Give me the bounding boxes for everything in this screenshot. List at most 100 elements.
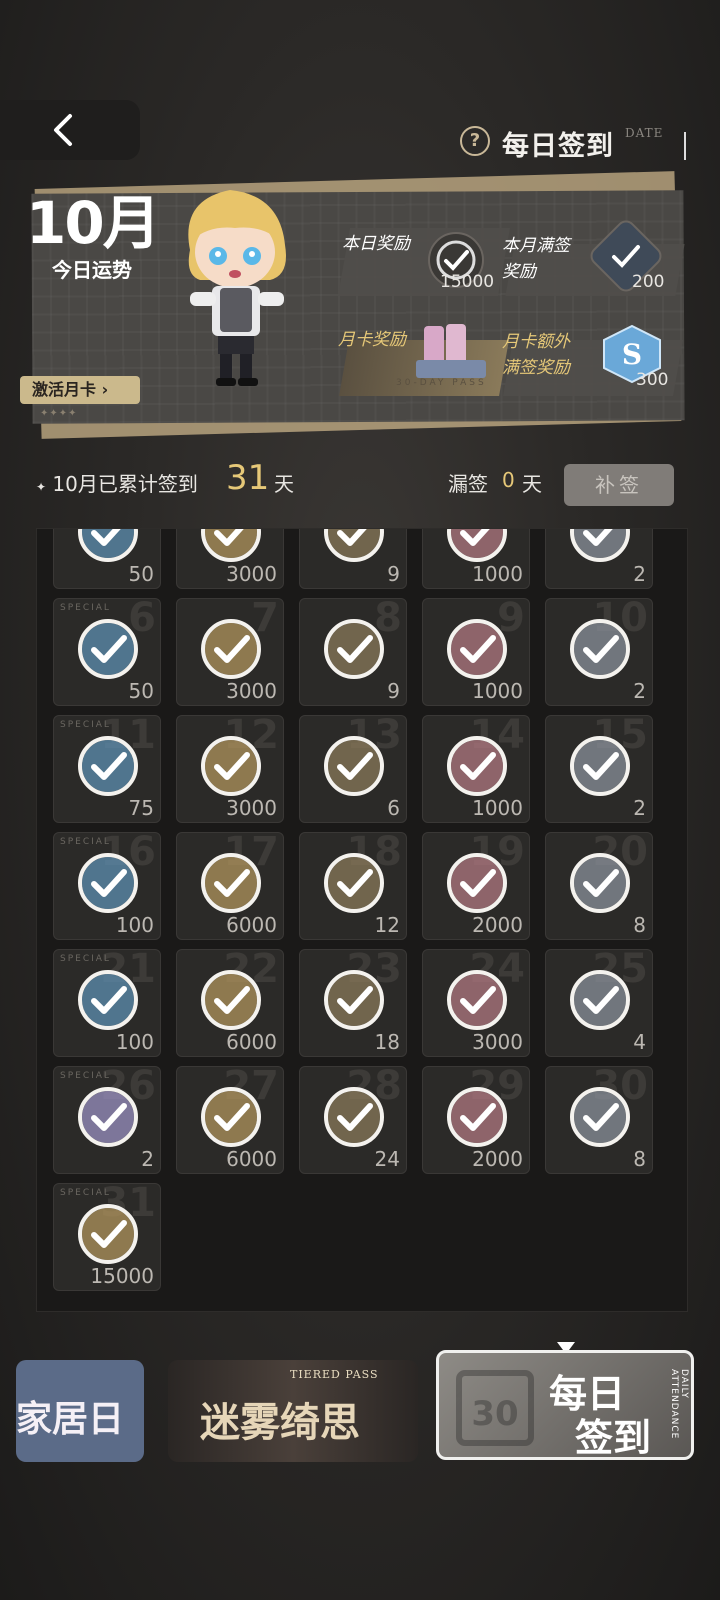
special-tag: SPECIAL bbox=[60, 1071, 111, 1081]
help-icon[interactable]: ? bbox=[460, 126, 490, 156]
calendar-day-cell[interactable]: 30 8 bbox=[545, 1066, 653, 1174]
calendar-day-cell[interactable]: 23000 bbox=[176, 529, 284, 589]
calendar-day-cell[interactable]: 16 SPECIAL 100 bbox=[53, 832, 161, 940]
accumulated-label: ✦ 10月已累计签到 bbox=[36, 468, 198, 497]
special-tag: SPECIAL bbox=[60, 837, 111, 847]
activate-label: 激活月卡 bbox=[32, 380, 97, 399]
checked-reward-icon bbox=[201, 853, 261, 913]
checked-reward-icon bbox=[447, 970, 507, 1030]
calendar-day-cell[interactable]: 23 18 bbox=[299, 949, 407, 1057]
tab-home-day[interactable]: 家居日 bbox=[16, 1360, 144, 1462]
tab-pass-title: 迷雾绮思 bbox=[200, 1399, 360, 1446]
svg-text:30: 30 bbox=[471, 1394, 518, 1434]
calendar-day-cell[interactable]: 24 3000 bbox=[422, 949, 530, 1057]
checked-reward-icon bbox=[570, 736, 630, 796]
checked-reward-icon bbox=[447, 736, 507, 796]
monthly-extra-label-2: 满签奖励 bbox=[502, 358, 570, 378]
calendar-day-cell[interactable]: 21 SPECIAL 100 bbox=[53, 949, 161, 1057]
checked-reward-icon bbox=[201, 736, 261, 796]
calendar-day-cell[interactable]: 26 SPECIAL 2 bbox=[53, 1066, 161, 1174]
calendar-grid[interactable]: 1SPECIAL50230003941000526SPECIAL50730008… bbox=[36, 528, 688, 1312]
missed-label: 漏签 bbox=[448, 472, 488, 496]
calendar-day-cell[interactable]: 31 SPECIAL 15000 bbox=[53, 1183, 161, 1291]
checked-reward-icon bbox=[201, 1087, 261, 1147]
calendar-day-cell[interactable]: 89 bbox=[299, 598, 407, 706]
calendar-day-cell[interactable]: 10 2 bbox=[545, 598, 653, 706]
reward-quantity: 2 bbox=[633, 796, 646, 820]
checked-reward-icon bbox=[570, 853, 630, 913]
reward-quantity: 1000 bbox=[472, 562, 523, 586]
checked-reward-icon bbox=[570, 1087, 630, 1147]
reward-quantity: 15000 bbox=[90, 1264, 154, 1288]
reward-quantity: 6 bbox=[387, 796, 400, 820]
special-tag: SPECIAL bbox=[60, 603, 111, 613]
reward-quantity: 3000 bbox=[226, 679, 277, 703]
calendar-day-cell[interactable]: 6 SPECIAL 50 bbox=[53, 598, 161, 706]
reward-quantity: 1000 bbox=[472, 796, 523, 820]
tab-daily-line2: 签到 bbox=[575, 1416, 652, 1460]
calendar-day-cell[interactable]: 22 6000 bbox=[176, 949, 284, 1057]
chevron-left-icon bbox=[54, 114, 72, 146]
reward-quantity: 50 bbox=[128, 679, 154, 703]
checked-reward-icon bbox=[78, 736, 138, 796]
reward-quantity: 100 bbox=[115, 913, 154, 937]
checked-reward-icon bbox=[324, 619, 384, 679]
chevron-right-icon: › bbox=[101, 380, 109, 399]
monthly-card-reward-label: 月卡奖励 bbox=[338, 330, 406, 350]
calendar-day-cell[interactable]: 12 3000 bbox=[176, 715, 284, 823]
reward-quantity: 12 bbox=[374, 913, 400, 937]
checked-reward-icon bbox=[78, 970, 138, 1030]
calendar-day-cell[interactable]: 39 bbox=[299, 529, 407, 589]
tab-home-label: 家居日 bbox=[16, 1398, 125, 1440]
tab-daily-side: DAILY ATTENDANCE bbox=[669, 1369, 689, 1440]
reward-quantity: 3000 bbox=[226, 796, 277, 820]
monthly-pass-icon bbox=[416, 324, 486, 378]
calendar-day-cell[interactable]: 41000 bbox=[422, 529, 530, 589]
reward-quantity: 2000 bbox=[472, 913, 523, 937]
checked-reward-icon bbox=[324, 970, 384, 1030]
calendar-day-cell[interactable]: 13 6 bbox=[299, 715, 407, 823]
reward-quantity: 6000 bbox=[226, 1030, 277, 1054]
calendar-day-cell[interactable]: 18 12 bbox=[299, 832, 407, 940]
calendar-day-cell[interactable]: 29 2000 bbox=[422, 1066, 530, 1174]
reward-quantity: 2 bbox=[633, 562, 646, 586]
title-divider bbox=[684, 132, 686, 160]
checked-reward-icon bbox=[324, 529, 384, 562]
reward-quantity: 9 bbox=[387, 679, 400, 703]
reward-quantity: 2 bbox=[141, 1147, 154, 1171]
makeup-sign-button[interactable]: 补签 bbox=[564, 464, 674, 506]
calendar-day-cell[interactable]: 28 24 bbox=[299, 1066, 407, 1174]
reward-quantity: 75 bbox=[128, 796, 154, 820]
calendar-day-cell[interactable]: 19 2000 bbox=[422, 832, 530, 940]
calendar-day-cell[interactable]: 27 6000 bbox=[176, 1066, 284, 1174]
calendar-day-cell[interactable]: 17 6000 bbox=[176, 832, 284, 940]
calendar-day-cell[interactable]: 15 2 bbox=[545, 715, 653, 823]
reward-quantity: 18 bbox=[374, 1030, 400, 1054]
month-full-label-2: 奖励 bbox=[502, 262, 536, 282]
today-reward-count: 15000 bbox=[440, 272, 495, 292]
calendar-day-cell[interactable]: 25 4 bbox=[545, 949, 653, 1057]
tab-daily-attendance[interactable]: 30 每日 签到 DAILY ATTENDANCE bbox=[436, 1350, 694, 1460]
tab-tiered-pass[interactable]: TIERED PASS 迷雾绮思 bbox=[168, 1360, 418, 1462]
calendar-icon: 30 bbox=[456, 1370, 534, 1446]
activate-monthly-card-button[interactable]: 激活月卡 › bbox=[20, 376, 140, 404]
reward-quantity: 8 bbox=[633, 1147, 646, 1171]
calendar-day-cell[interactable]: 9 1000 bbox=[422, 598, 530, 706]
svg-text:S: S bbox=[622, 338, 642, 371]
calendar-day-cell[interactable]: 1SPECIAL50 bbox=[53, 529, 161, 589]
month-full-label-1: 本月满签 bbox=[502, 236, 570, 256]
calendar-day-cell[interactable]: 14 1000 bbox=[422, 715, 530, 823]
calendar-day-cell[interactable]: 7 3000 bbox=[176, 598, 284, 706]
special-tag: SPECIAL bbox=[60, 1188, 111, 1198]
card-stars: ✦✦✦✦ bbox=[40, 408, 78, 419]
monthly-extra-label-1: 月卡额外 bbox=[502, 332, 570, 352]
calendar-day-cell[interactable]: 52 bbox=[545, 529, 653, 589]
reward-quantity: 6000 bbox=[226, 1147, 277, 1171]
calendar-day-cell[interactable]: 20 8 bbox=[545, 832, 653, 940]
sparkle-icon: ✦ bbox=[36, 480, 47, 494]
month-label: 10月 bbox=[26, 189, 161, 257]
checked-reward-icon bbox=[570, 619, 630, 679]
back-button[interactable] bbox=[0, 100, 140, 160]
calendar-day-cell[interactable]: 11 SPECIAL 75 bbox=[53, 715, 161, 823]
today-reward-label: 本日奖励 bbox=[342, 234, 410, 254]
